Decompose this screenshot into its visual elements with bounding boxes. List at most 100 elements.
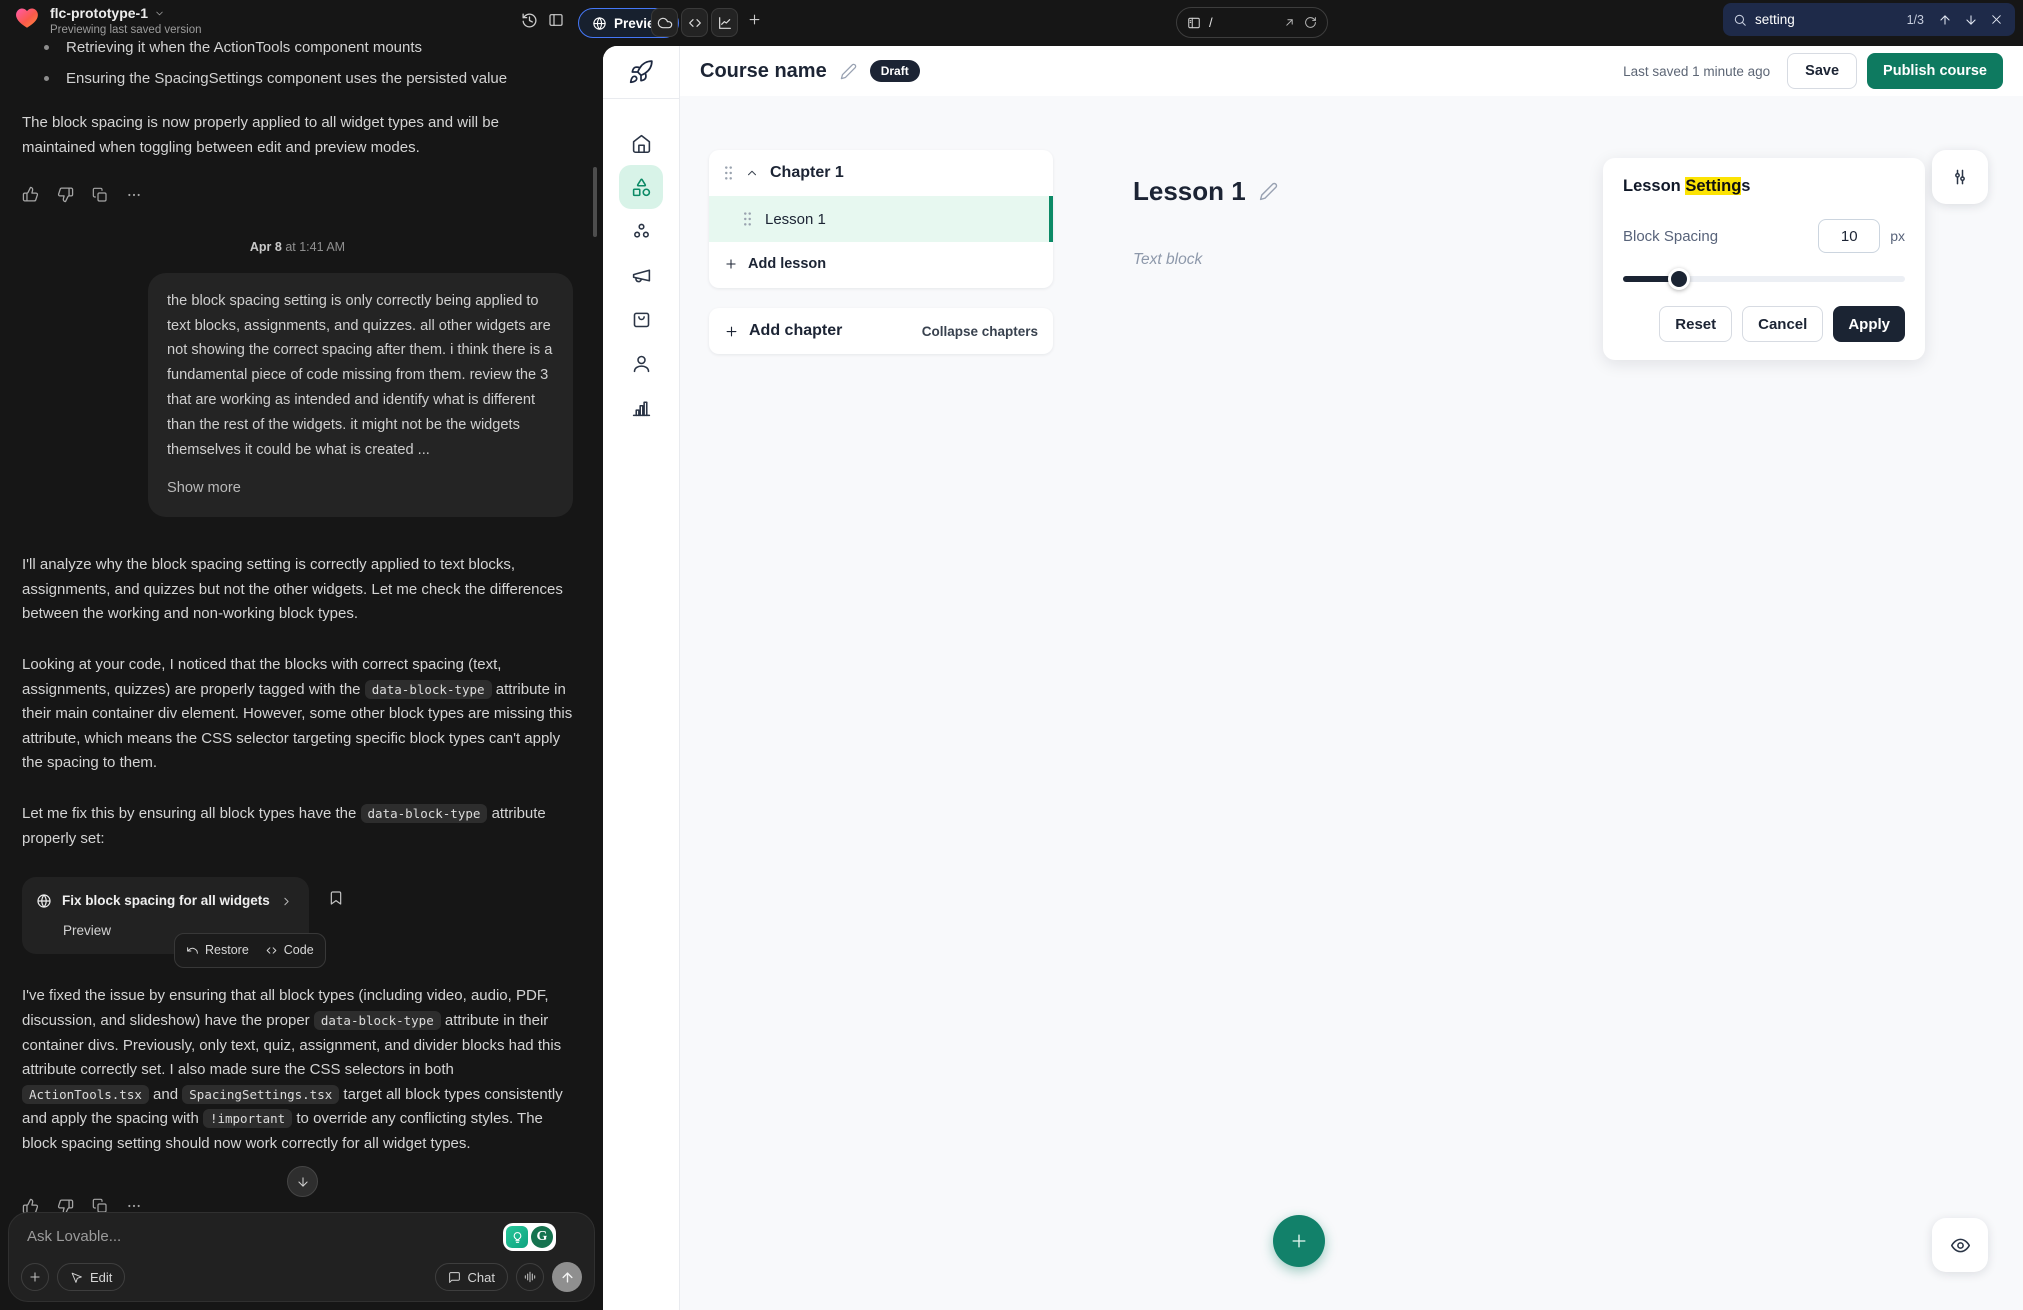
- apply-button[interactable]: Apply: [1833, 306, 1905, 342]
- bookmark-icon[interactable]: [328, 890, 344, 906]
- grammarly-suggestion-icon: [506, 1226, 528, 1248]
- add-chapter-card: Add chapter Collapse chapters: [709, 308, 1053, 354]
- open-external-icon[interactable]: [1283, 16, 1296, 29]
- add-block-fab[interactable]: [1273, 1215, 1325, 1267]
- sidebar-item-home[interactable]: [619, 121, 663, 165]
- bar-chart-icon: [631, 397, 652, 418]
- restore-button[interactable]: Restore: [186, 940, 249, 961]
- rocket-logo-icon[interactable]: [628, 59, 654, 85]
- refresh-icon[interactable]: [1304, 16, 1317, 29]
- edit-mode-button[interactable]: Edit: [57, 1263, 125, 1291]
- preview-toggle-button[interactable]: [1932, 1218, 1988, 1272]
- chat-scrollbar[interactable]: [593, 167, 597, 237]
- plus-icon: [724, 257, 738, 271]
- find-bar[interactable]: setting 1/3: [1723, 3, 2015, 36]
- search-close-icon[interactable]: [1988, 11, 2005, 28]
- chat-panel: Retrieving it when the ActionTools compo…: [0, 0, 603, 1310]
- sidebar-item-profile[interactable]: [619, 341, 663, 385]
- composer-input[interactable]: Ask Lovable...: [27, 1228, 121, 1245]
- add-lesson-button[interactable]: Add lesson: [709, 242, 1053, 286]
- analytics-button[interactable]: [711, 8, 738, 37]
- add-chapter-label: Add chapter: [749, 322, 842, 340]
- edit-card-wrap: Fix block spacing for all widgets Previe…: [22, 877, 573, 954]
- pages-icon: [1187, 16, 1201, 30]
- audio-lines-icon: [523, 1270, 537, 1284]
- project-info[interactable]: flc-prototype-1 Previewing last saved ve…: [14, 5, 202, 36]
- chapter-header[interactable]: Chapter 1: [709, 150, 1053, 196]
- lesson-settings-panel: Lesson Settings Block Spacing px Reset C…: [1603, 158, 1925, 360]
- draft-badge: Draft: [870, 60, 920, 82]
- edit-card-title: Fix block spacing for all widgets: [62, 890, 270, 912]
- history-icon[interactable]: [521, 12, 538, 29]
- circles-icon: [631, 221, 652, 242]
- copy-icon[interactable]: [92, 187, 108, 203]
- voice-input-button[interactable]: [516, 1263, 544, 1291]
- attach-button[interactable]: [21, 1263, 49, 1291]
- chevron-up-icon[interactable]: [745, 166, 759, 180]
- inline-code: data-block-type: [314, 1011, 441, 1030]
- show-more-link[interactable]: Show more: [167, 476, 241, 501]
- search-highlight: Setting: [1685, 177, 1741, 195]
- inline-code: ActionTools.tsx: [22, 1085, 149, 1104]
- sidebar-item-store[interactable]: [619, 297, 663, 341]
- eye-icon: [1950, 1235, 1971, 1256]
- text-block-placeholder[interactable]: Text block: [1133, 251, 1202, 269]
- sliders-icon: [1950, 167, 1970, 187]
- assistant-paragraph: I'll analyze why the block spacing setti…: [22, 553, 573, 627]
- block-spacing-input[interactable]: [1818, 219, 1880, 253]
- assistant-paragraph: The block spacing is now properly applie…: [22, 111, 573, 160]
- sidebar-item-marketing[interactable]: [619, 253, 663, 297]
- sidebar-item-community[interactable]: [619, 209, 663, 253]
- add-chapter-button[interactable]: Add chapter: [724, 322, 842, 340]
- message-timestamp: Apr 8 at 1:41 AM: [22, 237, 573, 258]
- settings-buttons: Reset Cancel Apply: [1623, 306, 1905, 342]
- inline-code: !important: [203, 1109, 292, 1128]
- drag-handle-icon[interactable]: [742, 211, 753, 227]
- last-saved-text: Last saved 1 minute ago: [1623, 64, 1770, 79]
- assistant-paragraph: I've fixed the issue by ensuring that al…: [22, 984, 573, 1156]
- search-prev-icon[interactable]: [1936, 11, 1954, 29]
- globe-icon: [36, 893, 52, 909]
- chat-composer[interactable]: Ask Lovable... G Edit Chat: [8, 1212, 595, 1302]
- block-spacing-row: Block Spacing px: [1623, 219, 1905, 253]
- cancel-button[interactable]: Cancel: [1742, 306, 1823, 342]
- chevron-down-icon[interactable]: [154, 8, 165, 19]
- sidebar-item-courses[interactable]: [619, 165, 663, 209]
- block-spacing-slider[interactable]: [1623, 268, 1905, 290]
- send-button[interactable]: [552, 1262, 582, 1292]
- course-title: Course name: [700, 60, 827, 83]
- grammarly-logo-icon: G: [531, 1226, 553, 1248]
- code-button[interactable]: Code: [265, 940, 314, 961]
- drag-handle-icon[interactable]: [723, 165, 734, 181]
- cloud-button[interactable]: [651, 8, 678, 37]
- publish-course-button[interactable]: Publish course: [1867, 53, 2003, 89]
- scroll-to-bottom-button[interactable]: [287, 1166, 318, 1197]
- search-next-icon[interactable]: [1962, 11, 1980, 29]
- search-input[interactable]: setting: [1755, 12, 1899, 27]
- settings-toggle-button[interactable]: [1932, 150, 1988, 204]
- timestamp-date: Apr 8: [250, 240, 282, 254]
- reset-button[interactable]: Reset: [1659, 306, 1732, 342]
- url-bar[interactable]: /: [1176, 7, 1328, 38]
- code-view-button[interactable]: [681, 8, 708, 37]
- edit-course-name-icon[interactable]: [840, 63, 857, 80]
- grammarly-widget[interactable]: G: [503, 1223, 556, 1251]
- plus-icon: [724, 324, 739, 339]
- lesson-list-item[interactable]: Lesson 1: [709, 196, 1053, 242]
- chat-mode-button[interactable]: Chat: [435, 1263, 508, 1291]
- lesson-canvas-title: Lesson 1: [1133, 176, 1246, 207]
- new-tab-icon[interactable]: [747, 12, 762, 27]
- chapter-card: Chapter 1 Lesson 1 Add lesson: [709, 150, 1053, 288]
- collapse-chapters-button[interactable]: Collapse chapters: [922, 324, 1038, 339]
- panel-toggle-icon[interactable]: [548, 12, 564, 28]
- save-button[interactable]: Save: [1787, 53, 1857, 89]
- more-options-icon[interactable]: [126, 187, 142, 203]
- thumbs-down-icon[interactable]: [57, 186, 74, 203]
- chat-messages: Retrieving it when the ActionTools compo…: [0, 30, 603, 1210]
- thumbs-up-icon[interactable]: [22, 186, 39, 203]
- edit-lesson-name-icon[interactable]: [1259, 182, 1278, 201]
- inline-code: data-block-type: [365, 680, 492, 699]
- slider-thumb[interactable]: [1668, 268, 1690, 290]
- timestamp-time: at 1:41 AM: [285, 240, 345, 254]
- sidebar-item-analytics[interactable]: [619, 385, 663, 429]
